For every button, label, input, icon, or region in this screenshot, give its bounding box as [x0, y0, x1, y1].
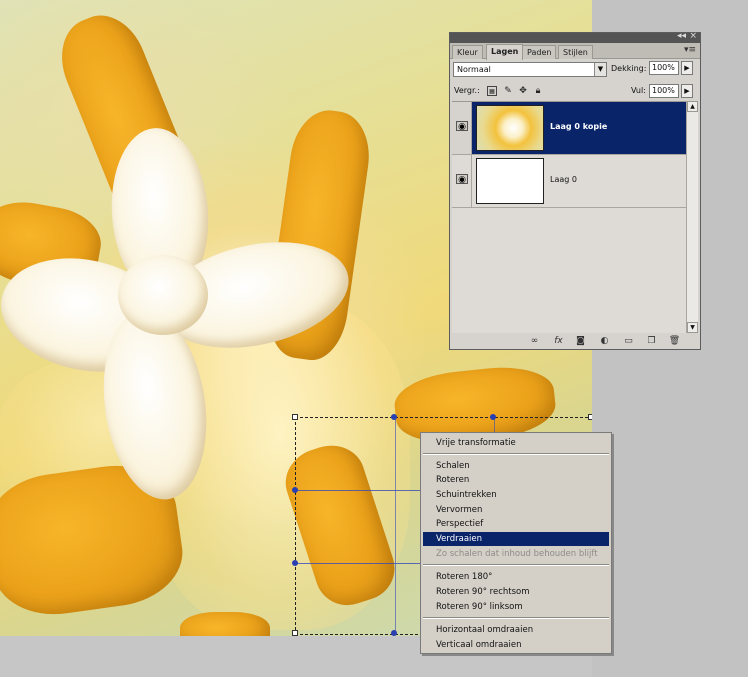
menu-item-scale[interactable]: Schalen [423, 459, 609, 473]
fill-input[interactable]: 100% [649, 84, 679, 98]
menu-item-rotate-90-cw[interactable]: Roteren 90° rechtsom [423, 585, 609, 599]
menu-item-free-transform[interactable]: Vrije transformatie [423, 436, 609, 450]
visibility-column: ◉ [452, 155, 472, 207]
menu-separator [423, 617, 609, 619]
menu-item-distort[interactable]: Vervormen [423, 503, 609, 517]
tab-stijlen[interactable]: Stijlen [558, 45, 593, 59]
layer-mask-icon[interactable]: ◙ [574, 335, 587, 347]
menu-separator [423, 564, 609, 566]
warp-anchor[interactable] [391, 414, 397, 420]
warp-grid-line [395, 418, 396, 634]
layer-style-icon[interactable]: fx [552, 335, 565, 347]
layers-bottombar: ∞ fx ◙ ◐ ▭ ❐ 🗑︎ [452, 333, 698, 349]
stigma-center [118, 255, 208, 335]
opacity-label: Dekking: [611, 64, 647, 73]
opacity-input[interactable]: 100% [649, 61, 679, 75]
layer-row[interactable]: ◉ Laag 0 kopie [452, 102, 686, 155]
visibility-column: ◉ [452, 102, 472, 154]
eye-icon[interactable]: ◉ [456, 174, 468, 185]
fill-arrow-icon[interactable]: ▶ [681, 84, 693, 98]
scroll-down-icon[interactable]: ▼ [687, 322, 698, 333]
panel-tabs: Kleur Lagen Paden Stijlen ▾≡ [450, 43, 700, 60]
blend-mode-value: Normaal [457, 65, 491, 74]
menu-item-perspective[interactable]: Perspectief [423, 517, 609, 531]
layer-name: Laag 0 kopie [550, 122, 608, 131]
transform-context-menu: Vrije transformatie Schalen Roteren Schu… [420, 432, 612, 654]
new-group-icon[interactable]: ▭ [622, 335, 635, 347]
eye-icon[interactable]: ◉ [456, 121, 468, 132]
menu-item-flip-horizontal[interactable]: Horizontaal omdraaien [423, 623, 609, 637]
menu-item-content-aware-scale: Zo schalen dat inhoud behouden blijft [436, 549, 598, 559]
adjustment-layer-icon[interactable]: ◐ [598, 335, 611, 347]
fill-label: Vul: [631, 86, 646, 95]
blend-mode-select[interactable]: Normaal ▼ [453, 62, 607, 77]
menu-item-rotate-90-ccw[interactable]: Roteren 90° linksom [423, 600, 609, 614]
layers-scrollbar[interactable]: ▲ ▼ [686, 101, 698, 333]
menu-item-rotate-180[interactable]: Roteren 180° [423, 570, 609, 584]
menu-item-rotate[interactable]: Roteren [423, 473, 609, 487]
transform-handle[interactable] [292, 414, 298, 420]
layers-list: ◉ Laag 0 kopie ◉ Laag 0 [452, 101, 686, 333]
menu-item-warp[interactable]: Verdraaien [423, 532, 609, 546]
tab-lagen[interactable]: Lagen [486, 44, 524, 60]
opacity-arrow-icon[interactable]: ▶ [681, 61, 693, 75]
new-layer-icon[interactable]: ❐ [645, 335, 658, 347]
panel-menu-icon[interactable]: ▾≡ [684, 45, 696, 55]
panel-titlebar[interactable]: ◂◂ × [450, 31, 700, 43]
menu-item-skew[interactable]: Schuintrekken [423, 488, 609, 502]
layers-panel: ◂◂ × Kleur Lagen Paden Stijlen ▾≡ Normaa… [449, 31, 701, 350]
tab-kleur[interactable]: Kleur [452, 45, 483, 59]
blend-row: Normaal ▼ Dekking: 100% ▶ [453, 61, 697, 79]
lock-brush-icon[interactable]: ✎ [503, 86, 513, 96]
lock-label: Vergr.: [454, 86, 480, 95]
anther [180, 612, 270, 636]
menu-item-flip-vertical[interactable]: Verticaal omdraaien [423, 638, 609, 652]
layer-thumbnail [476, 105, 544, 151]
warp-anchor[interactable] [292, 560, 298, 566]
menu-separator [423, 453, 609, 455]
lock-move-icon[interactable]: ✥ [518, 86, 528, 96]
close-icon[interactable]: × [689, 31, 697, 41]
lock-all-icon[interactable]: 🔒︎ [533, 86, 543, 96]
layer-thumbnail [476, 158, 544, 204]
layer-name: Laag 0 [550, 175, 577, 184]
link-layers-icon[interactable]: ∞ [528, 335, 541, 347]
lock-transparency-icon[interactable]: ▦ [487, 86, 497, 96]
warp-anchor[interactable] [292, 487, 298, 493]
layer-row[interactable]: ◉ Laag 0 [452, 155, 686, 208]
lock-row: Vergr.: ▦ ✎ ✥ 🔒︎ Vul: 100% ▶ [453, 84, 697, 100]
warp-anchor[interactable] [490, 414, 496, 420]
chevron-down-icon[interactable]: ▼ [594, 63, 606, 76]
collapse-icon[interactable]: ◂◂ [677, 31, 686, 41]
scroll-up-icon[interactable]: ▲ [687, 101, 698, 112]
trash-icon[interactable]: 🗑︎ [668, 335, 681, 347]
tab-paden[interactable]: Paden [522, 45, 557, 59]
